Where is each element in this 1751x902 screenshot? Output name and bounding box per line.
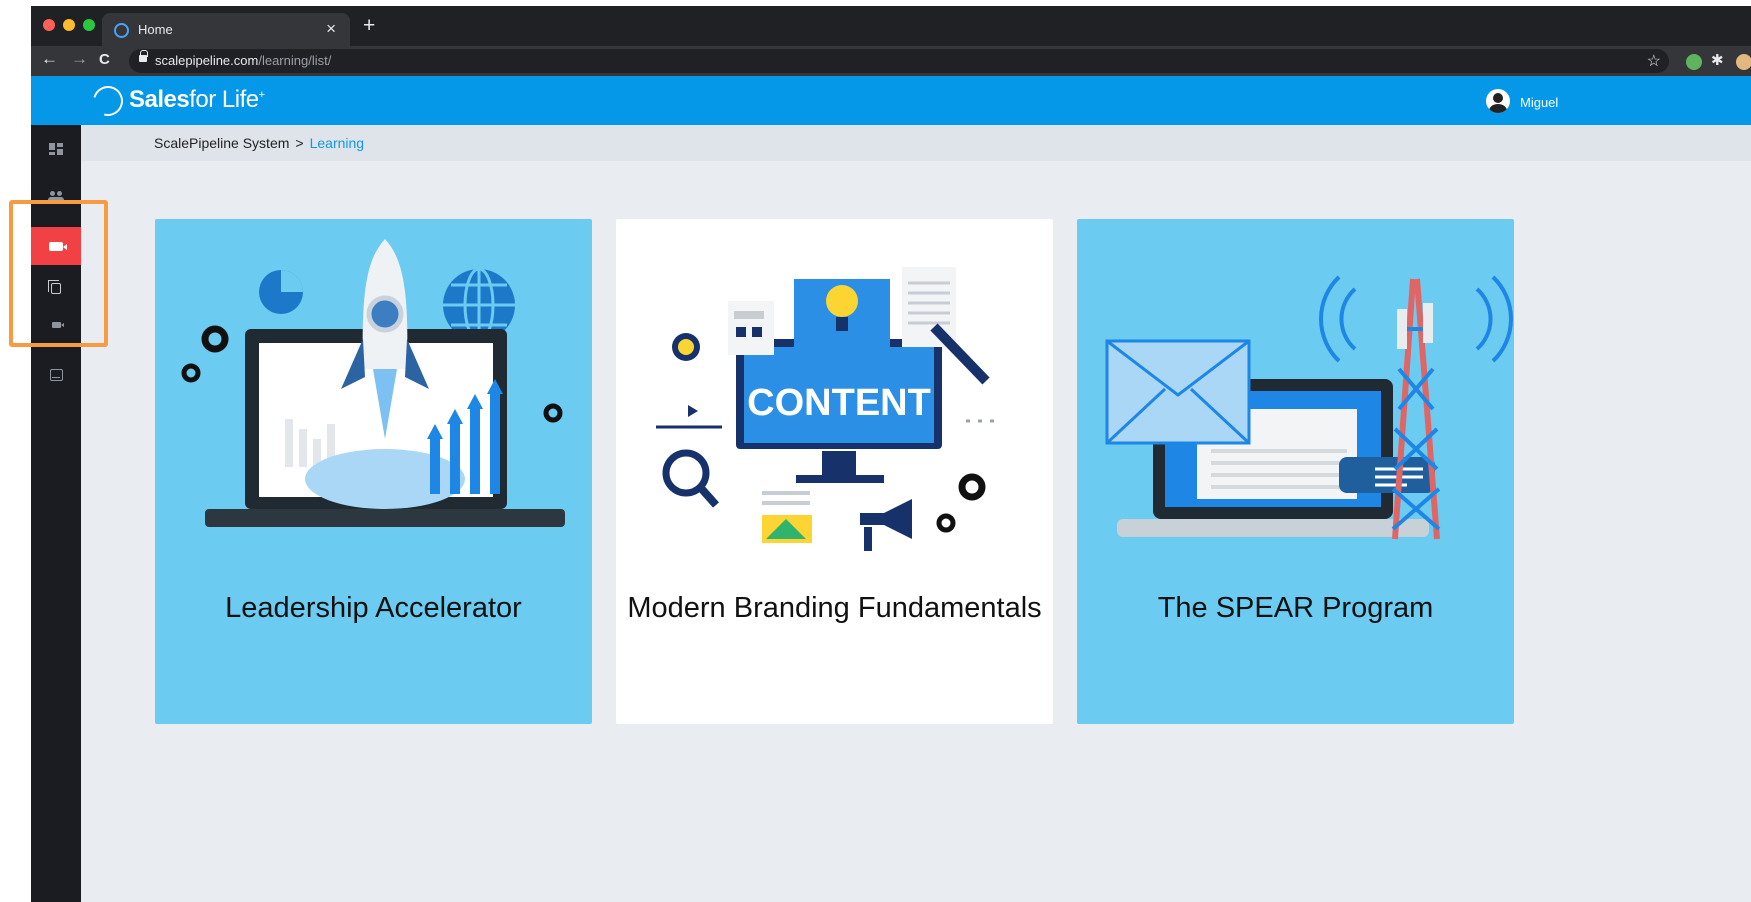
reload-button[interactable]: C bbox=[99, 51, 110, 68]
breadcrumb-separator: > bbox=[295, 135, 304, 151]
user-menu[interactable]: Miguel bbox=[1520, 95, 1558, 110]
tab-title: Home bbox=[138, 22, 173, 37]
dashboard-icon bbox=[49, 143, 63, 155]
app-header: Salesfor Life+ Miguel bbox=[31, 76, 1751, 125]
sidebar-item-inbox[interactable] bbox=[31, 356, 81, 394]
breadcrumb-root[interactable]: ScalePipeline System bbox=[154, 135, 289, 151]
user-avatar-icon[interactable] bbox=[1486, 89, 1510, 113]
course-card-spear[interactable]: The SPEAR Program bbox=[1077, 219, 1514, 724]
course-title: Modern Branding Fundamentals bbox=[627, 592, 1042, 624]
course-title: Leadership Accelerator bbox=[225, 592, 522, 624]
new-tab-button[interactable]: + bbox=[363, 14, 375, 38]
lock-icon bbox=[139, 50, 148, 62]
extension-icon[interactable] bbox=[1686, 54, 1702, 70]
url-path: /learning/list/ bbox=[258, 53, 332, 68]
puzzle-icon[interactable]: ✱ bbox=[1711, 51, 1727, 69]
logo-bold: Sales bbox=[129, 86, 190, 113]
course-card-leadership[interactable]: Leadership Accelerator bbox=[155, 219, 592, 724]
logo-light: for Life bbox=[189, 86, 259, 113]
content-monitor-illustration: CONTENT bbox=[656, 267, 994, 551]
breadcrumb-current: Learning bbox=[309, 135, 365, 151]
minimize-window-button[interactable] bbox=[63, 19, 75, 31]
tab-close-button[interactable]: × bbox=[326, 19, 336, 39]
inbox-icon bbox=[49, 369, 63, 381]
address-bar: ← → C scalepipeline.com/learning/list/ ☆… bbox=[31, 46, 1751, 76]
close-window-button[interactable] bbox=[43, 19, 55, 31]
browser-window: Home × + ← → C scalepipeline.com/learnin… bbox=[31, 6, 1751, 902]
url-text: scalepipeline.com/learning/list/ bbox=[155, 53, 331, 68]
logo[interactable]: Salesfor Life+ bbox=[129, 86, 265, 114]
annotation-highlight-box bbox=[9, 200, 108, 347]
email-tower-illustration bbox=[1105, 275, 1513, 540]
bookmark-star-icon[interactable]: ☆ bbox=[1647, 51, 1661, 71]
profile-avatar-icon[interactable] bbox=[1736, 54, 1751, 70]
content-art-text: CONTENT bbox=[747, 382, 931, 424]
course-card-branding[interactable]: CONTENT Modern Branding Fundamentals bbox=[616, 219, 1053, 724]
logo-mark: + bbox=[258, 89, 265, 101]
forward-button[interactable]: → bbox=[71, 49, 88, 69]
course-title: The SPEAR Program bbox=[1157, 592, 1434, 624]
maximize-window-button[interactable] bbox=[83, 19, 95, 31]
rocket-laptop-illustration bbox=[181, 239, 565, 527]
favicon-icon bbox=[114, 23, 129, 38]
browser-tab-home[interactable]: Home × bbox=[102, 13, 350, 46]
sidebar-item-dashboard[interactable] bbox=[31, 130, 81, 168]
url-host: scalepipeline.com bbox=[155, 53, 259, 68]
tab-strip: Home × + bbox=[31, 6, 1751, 46]
logo-icon bbox=[87, 80, 129, 122]
url-input[interactable]: scalepipeline.com/learning/list/ ☆ bbox=[129, 49, 1669, 73]
breadcrumb-trail: ScalePipeline System > Learning bbox=[154, 135, 364, 151]
breadcrumb: ScalePipeline System > Learning bbox=[81, 125, 1751, 161]
back-button[interactable]: ← bbox=[41, 49, 58, 69]
